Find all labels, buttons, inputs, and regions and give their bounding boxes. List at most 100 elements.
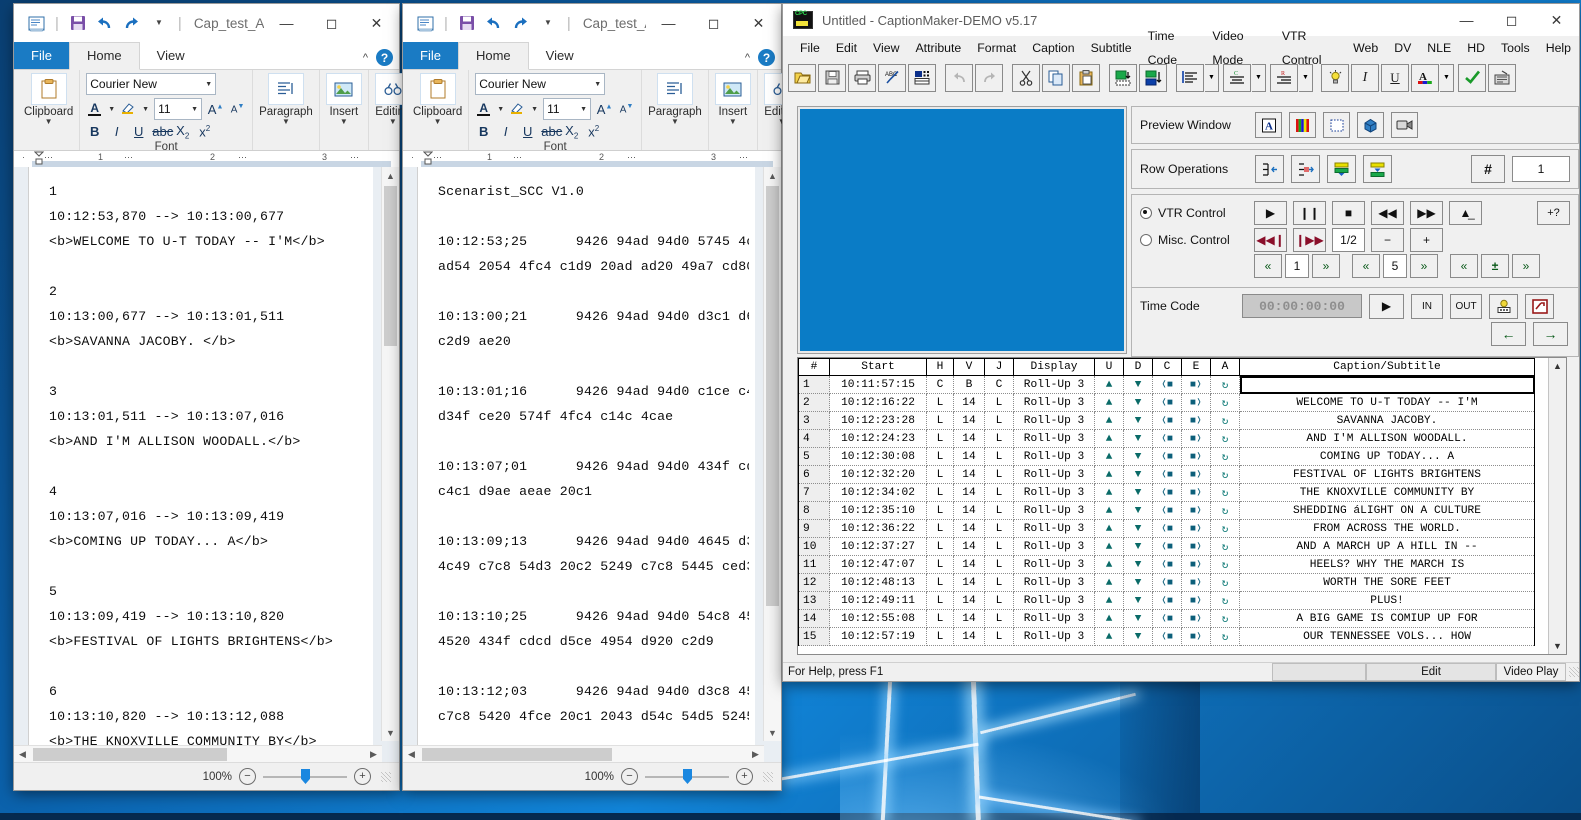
cell-display-mode[interactable]: Roll-Up 3 — [1013, 537, 1095, 556]
move-up-icon[interactable]: ▲ — [1094, 483, 1124, 502]
indent-marker[interactable] — [422, 151, 434, 166]
shift-left-icon[interactable]: ❬■ — [1152, 393, 1182, 412]
zoom-in-button[interactable]: + — [736, 768, 753, 785]
insert-row-above-icon[interactable] — [1327, 155, 1356, 183]
cell-justification[interactable]: L — [984, 411, 1014, 430]
menu-view[interactable]: View — [865, 36, 907, 60]
cell-justification[interactable]: L — [984, 519, 1014, 538]
cell-justification[interactable]: L — [984, 591, 1014, 610]
shift-right-icon[interactable]: ■❭ — [1181, 411, 1211, 430]
shrink-font-icon[interactable]: A▼ — [229, 103, 246, 115]
cell-justification[interactable]: L — [984, 609, 1014, 628]
shift-left-icon[interactable]: ❬■ — [1152, 411, 1182, 430]
split-row-icon[interactable] — [1255, 155, 1284, 183]
shift-left-icon[interactable]: ❬■ — [1152, 429, 1182, 448]
cell-start-timecode[interactable]: 10:12:34:02 — [829, 483, 927, 502]
wordpad2-horizontal-scrollbar[interactable]: ◀ ▶ — [403, 745, 764, 763]
align-right-caret-icon[interactable]: ▼ — [1299, 63, 1313, 92]
cell-start-timecode[interactable]: 10:12:37:27 — [829, 537, 927, 556]
table-row[interactable]: 10 10:12:37:27 L 14 L Roll-Up 3 ▲ ▼ ❬■ ■❭ ↻ AND A M… — [798, 537, 1535, 556]
shift-left-icon[interactable]: ❬■ — [1152, 519, 1182, 538]
col-e[interactable]: E — [1181, 358, 1211, 376]
table-row[interactable]: 14 10:12:55:08 L 14 L Roll-Up 3 ▲ ▼ ❬■ ■❭ ↻ A BIG G… — [798, 609, 1535, 628]
nudge1-prev-button[interactable]: « — [1254, 254, 1282, 278]
move-down-icon[interactable]: ▼ — [1123, 483, 1153, 502]
align-left-icon[interactable] — [1176, 63, 1204, 92]
cell-vertical[interactable]: 14 — [953, 627, 985, 646]
in-button[interactable]: IN — [1411, 293, 1443, 319]
zoom-out-button[interactable]: − — [621, 768, 638, 785]
shift-right-icon[interactable]: ■❭ — [1181, 519, 1211, 538]
tab-view[interactable]: View — [140, 43, 202, 69]
shift-right-icon[interactable]: ■❭ — [1181, 447, 1211, 466]
paragraph-button[interactable]: Paragraph ▼ — [648, 73, 702, 126]
wordpad1-document-text[interactable]: 1 10:12:53,870 --> 10:13:00,677 <b>WELCO… — [49, 179, 367, 763]
menu-tools[interactable]: Tools — [1493, 36, 1538, 60]
cell-start-timecode[interactable]: 10:12:47:07 — [829, 555, 927, 574]
shrink-font-icon[interactable]: A▼ — [618, 103, 635, 115]
move-down-icon[interactable]: ▼ — [1123, 519, 1153, 538]
cell-vertical[interactable]: B — [953, 375, 985, 394]
cell-justification[interactable]: L — [984, 573, 1014, 592]
stop-icon[interactable]: ■ — [1332, 200, 1365, 225]
out-button[interactable]: OUT — [1450, 293, 1482, 319]
strikethrough-icon[interactable]: abc — [152, 124, 173, 139]
captionmaker-body[interactable]: Preview Window A Row Operations # 1 VTR … — [783, 95, 1579, 663]
captionmaker-menubar[interactable]: File Edit View Attribute Format Caption … — [783, 29, 1579, 67]
insert-row-icon[interactable] — [1109, 63, 1137, 92]
table-row[interactable]: 9 10:12:36:22 L 14 L Roll-Up 3 ▲ ▼ ❬■ ■❭ ↻ FROM ACR… — [798, 519, 1535, 538]
highlight-icon[interactable] — [509, 101, 526, 117]
cell-horizontal[interactable]: L — [926, 501, 954, 520]
font-color-icon[interactable]: A — [86, 102, 103, 117]
move-up-icon[interactable]: ▲ — [1094, 501, 1124, 520]
shift-right-icon[interactable]: ■❭ — [1181, 483, 1211, 502]
maximize-button[interactable]: ◻ — [1489, 4, 1534, 36]
cell-caption-text[interactable]: SHEDDING áLIGHT ON A CULTURE — [1239, 501, 1535, 520]
shift-right-icon[interactable]: ■❭ — [1181, 501, 1211, 520]
scroll-thumb[interactable] — [384, 186, 397, 346]
wordpad-window-1[interactable]: | ▼ | Cap_test_AME2.m... — ◻ ✕ File Home… — [14, 4, 411, 790]
minimize-button[interactable]: — — [1444, 4, 1489, 36]
wordpad1-horizontal-scrollbar[interactable]: ◀ ▶ — [14, 745, 382, 763]
text-color-caret-icon[interactable]: ▼ — [1440, 63, 1454, 92]
cell-caption-text[interactable]: FROM ACROSS THE WORLD. — [1239, 519, 1535, 538]
wordpad2-quick-access-toolbar[interactable]: | ▼ | — [403, 13, 573, 33]
maximize-button[interactable]: ◻ — [691, 4, 736, 42]
table-row[interactable]: 3 10:12:23:28 L 14 L Roll-Up 3 ▲ ▼ ❬■ ■❭ ↻ SAVANNA … — [798, 411, 1535, 430]
cell-display-mode[interactable]: Roll-Up 3 — [1013, 591, 1095, 610]
cell-display-mode[interactable]: Roll-Up 3 — [1013, 627, 1095, 646]
cell-horizontal[interactable]: L — [926, 627, 954, 646]
copy-icon[interactable] — [1042, 63, 1070, 92]
paragraph-button[interactable]: Paragraph ▼ — [259, 73, 313, 126]
scroll-left-icon[interactable]: ◀ — [403, 749, 420, 760]
align-center-icon[interactable]: C — [1223, 63, 1251, 92]
nudge3-prev-button[interactable]: « — [1450, 254, 1478, 278]
captionmaker-toolbar[interactable]: ABC ▼ C ▼ R ▼ I U A ▼ — [783, 60, 1579, 96]
move-up-icon[interactable]: ▲ — [1094, 447, 1124, 466]
rewind-icon[interactable]: ◀◀ — [1371, 200, 1404, 225]
cell-vertical[interactable]: 14 — [953, 465, 985, 484]
preview-window-display[interactable] — [797, 106, 1127, 354]
shift-right-icon[interactable]: ■❭ — [1181, 465, 1211, 484]
font-color-caret-icon[interactable]: ▼ — [497, 106, 504, 113]
cell-horizontal[interactable]: L — [926, 465, 954, 484]
cell-vertical[interactable]: 14 — [953, 555, 985, 574]
cell-caption-text[interactable]: AND I'M ALLISON WOODALL. — [1239, 429, 1535, 448]
wordpad2-titlebar[interactable]: | ▼ | Cap_test_AME.mx... — ◻ ✕ — [403, 4, 781, 42]
cell-vertical[interactable]: 14 — [953, 501, 985, 520]
cell-display-mode[interactable]: Roll-Up 3 — [1013, 393, 1095, 412]
hscroll-thumb[interactable] — [422, 748, 612, 761]
editing-caret-icon[interactable]: ▼ — [389, 118, 397, 126]
shift-right-icon[interactable]: ■❭ — [1181, 375, 1211, 394]
undo-icon[interactable] — [95, 13, 115, 33]
cell-horizontal[interactable]: L — [926, 555, 954, 574]
nudge2-value-field[interactable]: 5 — [1383, 254, 1407, 278]
cell-justification[interactable]: L — [984, 393, 1014, 412]
timecode-panel[interactable]: Time Code 00:00:00:00 ▶ IN OUT ← → — [1131, 287, 1579, 357]
nudge3-next-button[interactable]: » — [1512, 254, 1540, 278]
speed-plus-button[interactable]: + — [1410, 227, 1443, 252]
wordpad1-ribbon-tabs[interactable]: File Home View ^ ? — [14, 42, 399, 70]
italic-icon[interactable]: I — [108, 124, 125, 139]
menu-format[interactable]: Format — [969, 36, 1024, 60]
timecode-prev-button[interactable]: ← — [1491, 322, 1526, 346]
